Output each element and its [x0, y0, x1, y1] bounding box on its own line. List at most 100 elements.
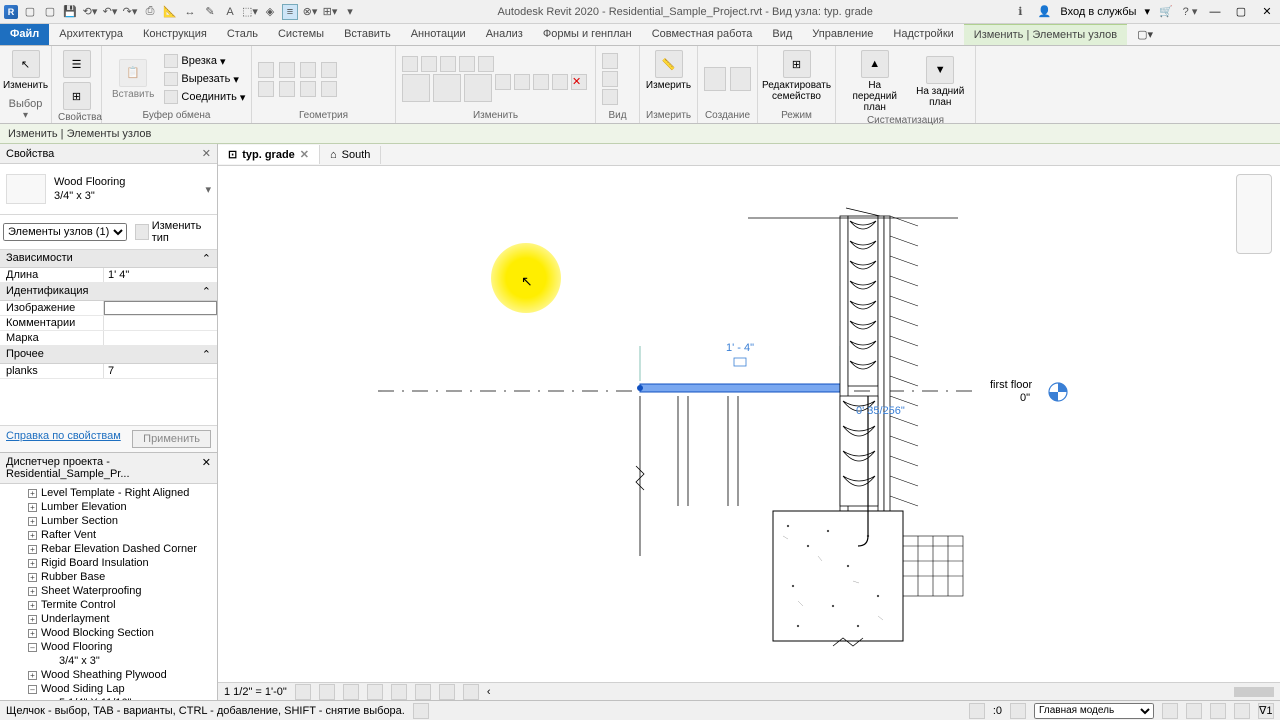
qat-close-icon[interactable]: ⊗▾	[302, 4, 318, 20]
tree-item[interactable]: +Wood Sheathing Plywood	[0, 668, 217, 682]
info-icon[interactable]: ℹ	[1012, 4, 1028, 20]
tree-expander-icon[interactable]: +	[28, 559, 37, 568]
minimize-button[interactable]: —	[1206, 5, 1224, 19]
tree-item[interactable]: +Lumber Section	[0, 514, 217, 528]
qat-switch-icon[interactable]: ⊞▾	[322, 4, 338, 20]
geo1-icon[interactable]	[321, 62, 337, 78]
sb-i4-icon[interactable]	[1234, 703, 1250, 719]
tab-architecture[interactable]: Архитектура	[49, 24, 133, 45]
sb-i1-icon[interactable]	[1162, 703, 1178, 719]
view-tab-south[interactable]: ⌂ South	[320, 146, 381, 164]
qat-measure-icon[interactable]: 📐	[162, 4, 178, 20]
view2-icon[interactable]	[602, 71, 618, 87]
tree-expander-icon[interactable]: +	[28, 545, 37, 554]
tree-item[interactable]: 3/4" x 3"	[0, 654, 217, 668]
status-icon1[interactable]	[413, 703, 429, 719]
qat-more-icon[interactable]: ▾	[342, 4, 358, 20]
tree-expander-icon[interactable]: +	[28, 503, 37, 512]
tab-steel[interactable]: Сталь	[217, 24, 268, 45]
param-length-value[interactable]: 1' 4"	[104, 268, 217, 282]
tree-expander-icon[interactable]: +	[28, 615, 37, 624]
edit-type-button[interactable]: Изменить тип	[131, 218, 214, 246]
project-tree[interactable]: +Level Template - Right Aligned+Lumber E…	[0, 484, 217, 700]
param-image-value[interactable]	[104, 301, 217, 315]
tab-addins[interactable]: Надстройки	[883, 24, 963, 45]
copy-button[interactable]: Вырезать ▾	[162, 71, 247, 87]
tab-manage[interactable]: Управление	[802, 24, 883, 45]
tab-insert[interactable]: Вставить	[334, 24, 401, 45]
workset-icon[interactable]	[969, 703, 985, 719]
param-comments-value[interactable]	[104, 316, 217, 330]
tree-item[interactable]: +Lumber Elevation	[0, 500, 217, 514]
offset-icon[interactable]	[421, 56, 437, 72]
tab-extra-icon[interactable]: ▢▾	[1127, 24, 1163, 45]
apply-button[interactable]: Применить	[132, 430, 211, 448]
tab-file[interactable]: Файл	[0, 24, 49, 45]
hide-icon[interactable]	[439, 684, 455, 700]
maximize-button[interactable]: ▢	[1232, 5, 1250, 19]
tree-item[interactable]: +Sheet Waterproofing	[0, 584, 217, 598]
join-geo-icon[interactable]	[300, 62, 316, 78]
modify-button[interactable]: ↖ Изменить	[6, 48, 45, 93]
type-dropdown-icon[interactable]: ▾	[205, 183, 211, 196]
tab-annotate[interactable]: Аннотации	[401, 24, 476, 45]
tree-expander-icon[interactable]: +	[28, 629, 37, 638]
mirror-draw-icon[interactable]	[459, 56, 475, 72]
tab-systems[interactable]: Системы	[268, 24, 334, 45]
tree-expander-icon[interactable]: –	[28, 685, 37, 694]
canvas-scrollbar[interactable]	[1234, 687, 1274, 697]
tab-structure[interactable]: Конструкция	[133, 24, 217, 45]
qat-dim-icon[interactable]: ↔	[182, 4, 198, 20]
tab-collaborate[interactable]: Совместная работа	[642, 24, 763, 45]
cut-geo-icon[interactable]	[279, 62, 295, 78]
qat-text-icon[interactable]: A	[222, 4, 238, 20]
send-back-button[interactable]: ▼ На задний план	[911, 54, 969, 110]
tree-item[interactable]: –Wood Siding Lap	[0, 682, 217, 696]
align-icon[interactable]	[402, 56, 418, 72]
type-selector[interactable]: Wood Flooring 3/4" x 3" ▾	[0, 164, 217, 215]
tree-item[interactable]: +Wood Blocking Section	[0, 626, 217, 640]
properties-close-button[interactable]: ✕	[202, 147, 211, 160]
copy2-icon[interactable]	[433, 74, 461, 102]
qat-print-icon[interactable]: ⎙	[142, 4, 158, 20]
tree-item[interactable]: –Wood Flooring	[0, 640, 217, 654]
shadows-icon[interactable]	[367, 684, 383, 700]
tab-close-button[interactable]: ✕	[300, 148, 309, 161]
cut-button[interactable]: Врезка ▾	[162, 53, 247, 69]
editable-icon[interactable]	[1010, 703, 1026, 719]
qat-save-icon[interactable]: 💾	[62, 4, 78, 20]
crop-icon[interactable]	[391, 684, 407, 700]
browser-close-button[interactable]: ✕	[202, 456, 211, 480]
bring-front-button[interactable]: ▲ На передний план	[842, 48, 907, 115]
create2-icon[interactable]	[730, 67, 752, 91]
scale-icon[interactable]	[533, 74, 549, 90]
visual-style-icon[interactable]	[319, 684, 335, 700]
tab-view[interactable]: Вид	[762, 24, 802, 45]
close-button[interactable]: ✕	[1258, 5, 1276, 19]
crop-region-icon[interactable]	[415, 684, 431, 700]
qat-thin-icon[interactable]: ≡	[282, 4, 298, 20]
create1-icon[interactable]	[704, 67, 726, 91]
trim-icon[interactable]	[495, 74, 511, 90]
geo4-icon[interactable]	[300, 81, 316, 97]
qat-redo-icon[interactable]: ↷▾	[122, 4, 138, 20]
tree-item[interactable]: +Rafter Vent	[0, 528, 217, 542]
mirror-axis-icon[interactable]	[440, 56, 456, 72]
user-icon[interactable]: 👤	[1036, 4, 1052, 20]
properties-help-link[interactable]: Справка по свойствам	[6, 430, 121, 448]
section-other[interactable]: Прочее⌃	[0, 346, 217, 364]
paste-button[interactable]: 📋 Вставить	[108, 57, 158, 102]
rotate-icon[interactable]	[464, 74, 492, 102]
geo5-icon[interactable]	[321, 81, 337, 97]
apps-icon[interactable]: 🛒	[1158, 4, 1174, 20]
drawing-canvas[interactable]: first floor 0" 1' - 4"	[218, 166, 1280, 682]
split-icon[interactable]	[478, 56, 494, 72]
signin-link[interactable]: Вход в службы	[1060, 6, 1136, 18]
tree-expander-icon[interactable]: +	[28, 587, 37, 596]
view-scale[interactable]: 1 1/2" = 1'-0"	[224, 686, 287, 698]
section-identity[interactable]: Идентификация⌃	[0, 283, 217, 301]
tab-massing[interactable]: Формы и генплан	[533, 24, 642, 45]
tree-expander-icon[interactable]: +	[28, 531, 37, 540]
qat-undo-icon[interactable]: ↶▾	[102, 4, 118, 20]
qat-tag-icon[interactable]: ✎	[202, 4, 218, 20]
